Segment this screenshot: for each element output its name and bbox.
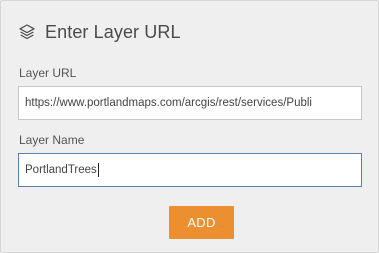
layer-url-label: Layer URL bbox=[19, 66, 77, 80]
text-caret bbox=[97, 162, 99, 177]
layer-url-value: https://www.portlandmaps.com/arcgis/rest… bbox=[25, 97, 312, 109]
add-button[interactable]: ADD bbox=[169, 206, 234, 239]
layer-name-value: PortlandTrees bbox=[25, 164, 97, 176]
add-layer-panel: Enter Layer URL Layer URL https://www.po… bbox=[0, 0, 379, 253]
layers-icon bbox=[18, 23, 36, 41]
layer-url-input[interactable]: https://www.portlandmaps.com/arcgis/rest… bbox=[18, 86, 362, 120]
page-title: Enter Layer URL bbox=[45, 21, 181, 42]
panel-header: Enter Layer URL bbox=[18, 20, 181, 44]
layer-name-label: Layer Name bbox=[19, 133, 85, 147]
layer-name-input[interactable]: PortlandTrees bbox=[18, 153, 362, 187]
